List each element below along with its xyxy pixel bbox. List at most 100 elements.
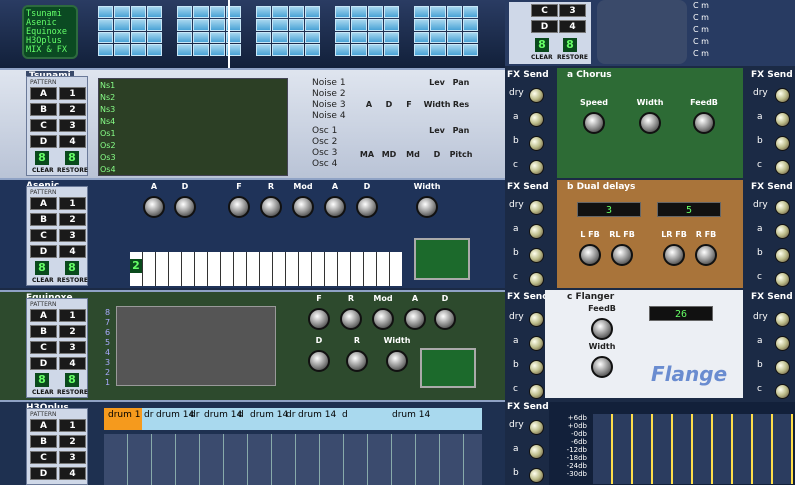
keyboard[interactable] (130, 252, 402, 286)
delay-display[interactable]: 3 (577, 202, 641, 217)
pattern-key[interactable]: A (30, 197, 57, 210)
pattern-key[interactable]: 3 (59, 341, 86, 354)
pattern-key[interactable]: 4 (59, 467, 86, 480)
faders[interactable] (593, 414, 793, 484)
pattern-key[interactable]: 3 (59, 229, 86, 242)
fader-grid[interactable] (116, 306, 276, 386)
send-knob[interactable] (529, 336, 544, 351)
send-knob[interactable] (775, 384, 790, 399)
send-knob[interactable] (529, 272, 544, 287)
send-knob[interactable] (775, 88, 790, 103)
restore-button[interactable]: RESTORE (57, 167, 88, 174)
send-knob[interactable] (775, 336, 790, 351)
knob[interactable] (404, 308, 426, 330)
delay-display[interactable]: 5 (657, 202, 721, 217)
send-knob[interactable] (529, 360, 544, 375)
sequencer-dial[interactable] (597, 0, 687, 64)
knob[interactable] (292, 196, 314, 218)
synth-item[interactable]: MIX & FX (26, 46, 74, 55)
send-knob[interactable] (529, 200, 544, 215)
pattern-key[interactable]: A (30, 419, 57, 432)
send-knob[interactable] (529, 468, 544, 483)
send-knob[interactable] (775, 160, 790, 175)
send-knob[interactable] (529, 112, 544, 127)
send-knob[interactable] (775, 112, 790, 127)
pattern-key[interactable]: 1 (59, 197, 86, 210)
send-knob[interactable] (529, 384, 544, 399)
send-knob[interactable] (529, 224, 544, 239)
clear-button[interactable]: CLEAR (32, 277, 54, 284)
send-knob[interactable] (529, 312, 544, 327)
knob[interactable] (611, 244, 633, 266)
send-knob[interactable] (529, 248, 544, 263)
restore-button[interactable]: RESTORE (57, 277, 88, 284)
knob[interactable] (591, 356, 613, 378)
synth-list[interactable]: Tsunami Asenic Equinoxe H3Oplus MIX & FX (22, 5, 78, 59)
pattern-key[interactable]: B (30, 435, 57, 448)
knob[interactable] (228, 196, 250, 218)
send-knob[interactable] (529, 160, 544, 175)
noise-list[interactable]: Noise 1 Noise 2 Noise 3 Noise 4 (312, 78, 346, 122)
knob[interactable] (174, 196, 196, 218)
pattern-key[interactable]: D (30, 135, 57, 148)
pattern-key[interactable]: C (30, 341, 57, 354)
knob[interactable] (324, 196, 346, 218)
knob[interactable] (583, 112, 605, 134)
pattern-key[interactable]: 4 (59, 135, 86, 148)
pattern-key[interactable]: B (30, 325, 57, 338)
knob[interactable] (639, 112, 661, 134)
send-knob[interactable] (775, 272, 790, 287)
pattern-key[interactable]: 2 (59, 435, 86, 448)
knob[interactable] (346, 350, 368, 372)
pattern-key[interactable]: 1 (59, 87, 86, 100)
pattern-key[interactable]: A (30, 309, 57, 322)
step-grid[interactable] (98, 78, 288, 176)
pattern-key[interactable]: C (30, 451, 57, 464)
pattern-key[interactable]: 3 (59, 119, 86, 132)
pattern-key[interactable]: C (30, 229, 57, 242)
pattern-key[interactable]: 1 (59, 419, 86, 432)
knob[interactable] (591, 318, 613, 340)
send-knob[interactable] (529, 136, 544, 151)
knob[interactable] (434, 308, 456, 330)
pattern-key[interactable]: A (30, 87, 57, 100)
pattern-key[interactable]: 2 (59, 103, 86, 116)
send-knob[interactable] (775, 360, 790, 375)
send-knob[interactable] (775, 248, 790, 263)
knob[interactable] (308, 350, 330, 372)
flanger-display[interactable]: 26 (649, 306, 713, 321)
knob[interactable] (143, 196, 165, 218)
pattern-key[interactable]: D (30, 245, 57, 258)
knob[interactable] (372, 308, 394, 330)
pattern-key[interactable]: B (30, 213, 57, 226)
knob[interactable] (695, 244, 717, 266)
knob[interactable] (693, 112, 715, 134)
pattern-key[interactable]: C (30, 119, 57, 132)
pattern-key[interactable]: 3 (59, 451, 86, 464)
send-knob[interactable] (775, 312, 790, 327)
knob[interactable] (308, 308, 330, 330)
send-knob[interactable] (775, 136, 790, 151)
pattern-key[interactable]: 1 (59, 309, 86, 322)
send-knob[interactable] (775, 224, 790, 239)
knob[interactable] (386, 350, 408, 372)
pattern-key[interactable]: D (30, 467, 57, 480)
knob[interactable] (340, 308, 362, 330)
clear-button[interactable]: CLEAR (32, 167, 54, 174)
osc-list[interactable]: Osc 1 Osc 2 Osc 3 Osc 4 (312, 126, 337, 170)
knob[interactable] (416, 196, 438, 218)
send-knob[interactable] (775, 200, 790, 215)
knob[interactable] (579, 244, 601, 266)
restore-button[interactable]: RESTORE (57, 389, 88, 396)
clear-button[interactable]: CLEAR (32, 389, 54, 396)
pattern-key[interactable]: D (30, 357, 57, 370)
pattern-key[interactable]: B (30, 103, 57, 116)
send-knob[interactable] (529, 88, 544, 103)
pattern-key[interactable]: 2 (59, 325, 86, 338)
pattern-key[interactable]: 4 (59, 357, 86, 370)
channel-list[interactable]: C mC mC mC mC m (693, 0, 733, 60)
drum-grid[interactable] (104, 434, 482, 485)
knob[interactable] (260, 196, 282, 218)
knob[interactable] (663, 244, 685, 266)
send-knob[interactable] (529, 420, 544, 435)
